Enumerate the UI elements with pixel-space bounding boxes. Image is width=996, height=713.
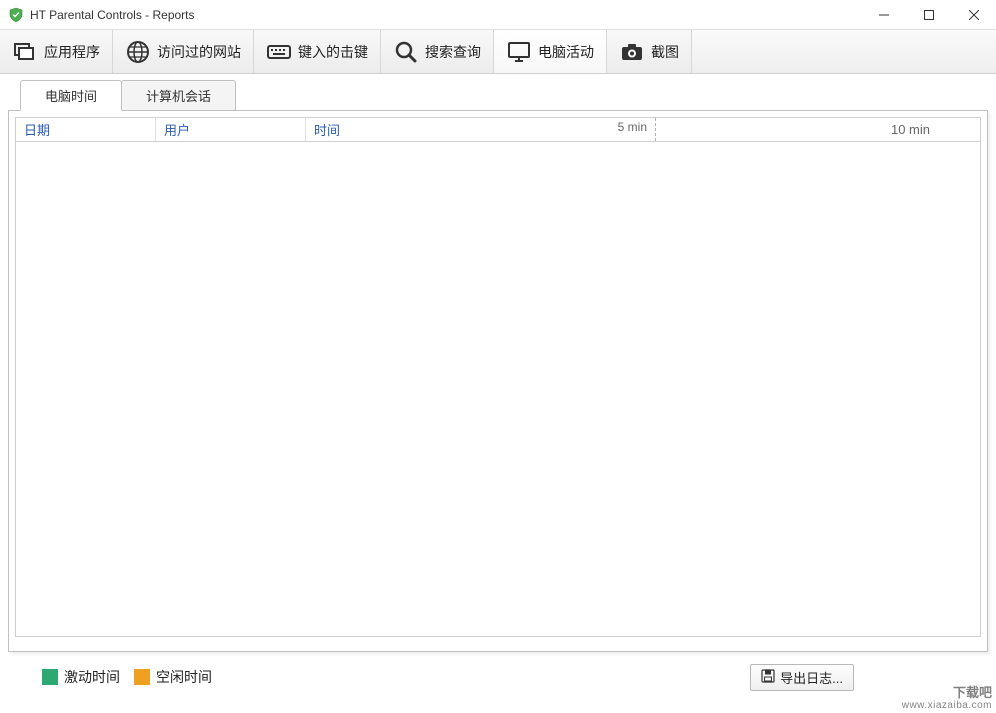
maximize-button[interactable] [906, 0, 951, 29]
column-user[interactable]: 用户 [156, 118, 306, 141]
legend-idle: 空闲时间 [134, 667, 212, 687]
watermark: 下载吧 www.xiazaiba.com [902, 675, 992, 711]
globe-icon [125, 39, 151, 65]
column-timeline[interactable]: 10 min [656, 118, 980, 141]
tab-activity[interactable]: 电脑活动 [494, 30, 607, 73]
tab-keystrokes-label: 键入的击键 [298, 42, 368, 62]
apps-icon [12, 39, 38, 65]
tab-apps[interactable]: 应用程序 [0, 30, 113, 73]
subtab-computer-time-label: 电脑时间 [45, 89, 97, 104]
legend-active-swatch [42, 669, 58, 685]
tab-keystrokes[interactable]: 键入的击键 [254, 30, 381, 73]
legend-idle-swatch [134, 669, 150, 685]
tab-search[interactable]: 搜索查询 [381, 30, 494, 73]
titlebar: HT Parental Controls - Reports [0, 0, 996, 30]
close-button[interactable] [951, 0, 996, 29]
subtab-computer-session[interactable]: 计算机会话 [121, 80, 236, 111]
legend-idle-label: 空闲时间 [156, 667, 212, 687]
search-icon [393, 39, 419, 65]
export-button[interactable]: 导出日志... [750, 664, 854, 691]
column-user-label: 用户 [164, 120, 190, 139]
table-header: 日期 用户 时间 5 min 10 min [16, 118, 980, 142]
minimize-button[interactable] [861, 0, 906, 29]
toolbar: 应用程序 访问过的网站 键入的击键 搜索查询 电脑活动 截图 [0, 30, 996, 74]
legend-active-label: 激动时间 [64, 667, 120, 687]
footer: 激动时间 空闲时间 导出日志... [8, 652, 988, 692]
window-title: HT Parental Controls - Reports [30, 8, 861, 22]
panel: 日期 用户 时间 5 min 10 min [8, 110, 988, 652]
keyboard-icon [266, 39, 292, 65]
legend-active: 激动时间 [42, 667, 120, 687]
watermark-text: 下载吧 [953, 685, 992, 700]
window-controls [861, 0, 996, 29]
app-shield-icon [8, 7, 24, 23]
camera-icon [619, 39, 645, 65]
column-date-label: 日期 [24, 120, 50, 139]
export-button-label: 导出日志... [780, 668, 843, 687]
content: 电脑时间 计算机会话 日期 用户 时间 5 min [0, 74, 996, 692]
watermark-url: www.xiazaiba.com [902, 701, 992, 711]
save-disk-icon [761, 669, 775, 686]
tab-screenshots[interactable]: 截图 [607, 30, 692, 73]
legend: 激动时间 空闲时间 [42, 667, 212, 687]
time-mark-5: 5 min [618, 120, 647, 139]
tab-activity-label: 电脑活动 [538, 42, 594, 62]
tab-websites[interactable]: 访问过的网站 [113, 30, 254, 73]
monitor-icon [506, 39, 532, 65]
time-mark-10: 10 min [891, 122, 930, 137]
column-time-label: 时间 [314, 120, 340, 139]
table: 日期 用户 时间 5 min 10 min [15, 117, 981, 637]
tab-apps-label: 应用程序 [44, 42, 100, 62]
subtabs: 电脑时间 计算机会话 [20, 80, 988, 111]
tab-websites-label: 访问过的网站 [157, 42, 241, 62]
subtab-computer-session-label: 计算机会话 [146, 89, 211, 104]
column-time[interactable]: 时间 5 min [306, 118, 656, 141]
tab-search-label: 搜索查询 [425, 42, 481, 62]
column-date[interactable]: 日期 [16, 118, 156, 141]
subtab-computer-time[interactable]: 电脑时间 [20, 80, 122, 111]
tab-screenshots-label: 截图 [651, 42, 679, 62]
